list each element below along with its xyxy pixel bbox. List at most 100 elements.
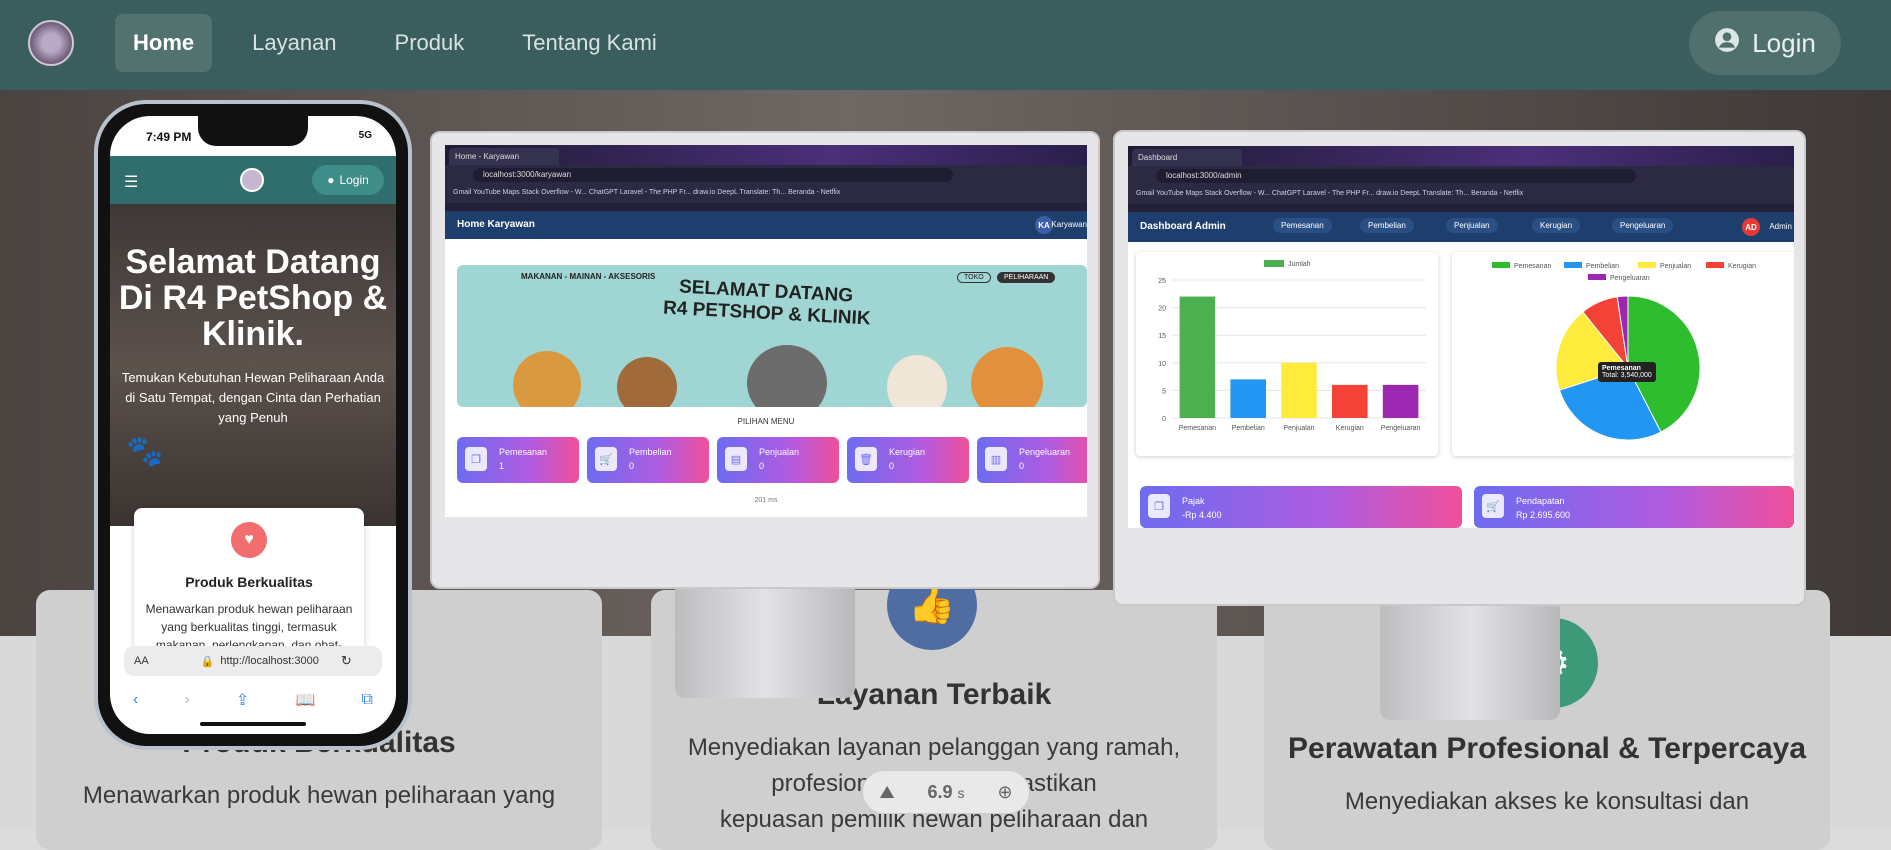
copy-icon: ❐ xyxy=(465,447,487,471)
monitor-stand xyxy=(1380,604,1560,720)
user-name: Karyawan xyxy=(1051,220,1087,229)
paw-icon: 🐾 xyxy=(126,435,164,468)
bar-chart: Jumlah 0 5 10 15 20 25 Pemesanan Pembelian Penjua… xyxy=(1158,260,1426,432)
card-label: Pembelian xyxy=(629,447,672,457)
logo[interactable] xyxy=(240,168,264,192)
phone-screen: 7:49 PM 5G ☰ ● Login Selamat Datang Di R4… xyxy=(110,116,396,734)
nav-produk[interactable]: Produk xyxy=(377,14,483,72)
phone-notch xyxy=(198,116,308,146)
render-timer-pill: ⛰ 6.9 s ⊕ xyxy=(862,770,1030,814)
browser-tab[interactable]: Dashboard xyxy=(1132,149,1242,166)
monitor-karyawan: Home - Karyawan localhost:3000/karyawan … xyxy=(430,131,1100,589)
nav-home[interactable]: Home xyxy=(115,14,213,72)
user-circle-icon xyxy=(1714,27,1740,60)
reload-icon[interactable]: ↻ xyxy=(341,653,352,669)
y-tick-label: 25 xyxy=(1158,278,1166,285)
login-button[interactable]: Login xyxy=(1689,11,1841,75)
pie-chart-card: Pemesanan Pembelian Penjualan Kerugian Penge… xyxy=(1452,252,1794,456)
address-bar[interactable]: localhost:3000/karyawan xyxy=(473,168,953,182)
url-text: http://localhost:3000 xyxy=(220,655,319,667)
menu-card-pemesanan[interactable]: ❐ Pemesanan 1 xyxy=(457,437,579,483)
bookmarks-icon[interactable]: 📖 xyxy=(295,690,315,710)
menu-card-pembelian[interactable]: 🛒 Pembelian 0 xyxy=(587,437,709,483)
card-value: 0 xyxy=(759,461,765,471)
admin-menu-penjualan[interactable]: Penjualan xyxy=(1446,218,1498,233)
copy-icon: ❐ xyxy=(1148,494,1170,518)
text-size-button[interactable]: AA xyxy=(134,655,149,667)
hamburger-menu-icon[interactable]: ☰ xyxy=(124,172,138,192)
toko-badge[interactable]: TOKO xyxy=(957,272,991,283)
nav-tentang-kami[interactable]: Tentang Kami xyxy=(504,14,675,72)
browser-tab[interactable]: Home - Karyawan xyxy=(449,148,559,165)
admin-menu-pemesanan[interactable]: Pemesanan xyxy=(1273,218,1332,233)
legend-swatch xyxy=(1706,262,1724,268)
status-time: 7:49 PM xyxy=(146,130,192,144)
tabs-icon[interactable]: ⧉ xyxy=(361,691,372,709)
avatar[interactable]: AD xyxy=(1742,218,1760,236)
feature-desc-layanan-1: Menyediakan layanan pelanggan yang ramah… xyxy=(687,734,1181,761)
address-bar[interactable]: localhost:3000/admin xyxy=(1156,169,1636,183)
legend-label: Jumlah xyxy=(1288,261,1311,268)
app-header: Home Karyawan KA Karyawan xyxy=(445,211,1087,239)
pendapatan-label: Pendapatan xyxy=(1516,496,1565,506)
phone-login-button[interactable]: ● Login xyxy=(312,165,384,195)
login-label: Login xyxy=(339,173,369,187)
share-icon[interactable]: ⇪ xyxy=(236,690,249,710)
mountain-icon: ⛰ xyxy=(879,781,895,802)
card-value: 0 xyxy=(1019,461,1025,471)
bar-chart-card: Jumlah 0 5 10 15 20 25 Pemesanan Pembelian Penjua… xyxy=(1136,252,1438,456)
x-tick-label: Penjualan xyxy=(1283,425,1314,432)
admin-menu-pengeluaran[interactable]: Pengeluaran xyxy=(1612,218,1674,233)
card-value: 0 xyxy=(889,461,895,471)
admin-menu-pembelian[interactable]: Pembelian xyxy=(1360,218,1414,233)
nav-layanan[interactable]: Layanan xyxy=(234,14,354,72)
phone-mockup: 7:49 PM 5G ☰ ● Login Selamat Datang Di R4… xyxy=(94,100,412,750)
y-tick-label: 20 xyxy=(1158,306,1166,313)
admin-menu-kerugian[interactable]: Kerugian xyxy=(1532,218,1581,233)
status-signal: 5G xyxy=(358,130,372,141)
target-icon[interactable]: ⊕ xyxy=(997,782,1012,803)
bar xyxy=(1281,362,1317,418)
card-label: Pengeluaran xyxy=(1019,447,1071,457)
x-tick-label: Pemesanan xyxy=(1179,425,1216,432)
trash-icon: 🗑 xyxy=(855,447,877,471)
forward-icon[interactable]: › xyxy=(184,691,189,709)
perf-footer: 201 ms xyxy=(754,497,778,504)
x-tick-label: Pengeluaran xyxy=(1381,425,1421,432)
avatar[interactable]: KA xyxy=(1035,216,1053,234)
menu-card-kerugian[interactable]: 🗑 Kerugian 0 xyxy=(847,437,969,483)
card-label: Pemesanan xyxy=(499,447,548,457)
receipt-icon: ▤ xyxy=(725,447,747,471)
user-name: Admin xyxy=(1769,222,1792,231)
menu-card-penjualan[interactable]: ▤ Penjualan 0 xyxy=(717,437,839,483)
legend-label: Penjualan xyxy=(1660,263,1691,270)
legend-label: Pemesanan xyxy=(1514,263,1551,270)
bar xyxy=(1179,296,1216,418)
logo[interactable] xyxy=(28,20,74,66)
hero-title: Selamat Datang Di R4 PetShop & Klinik. xyxy=(118,243,388,353)
bar xyxy=(1230,379,1266,418)
cart-icon: 🛒 xyxy=(1482,494,1504,518)
pie-tooltip: Pemesanan Total: 3,540,000 xyxy=(1598,362,1656,382)
back-icon[interactable]: ‹ xyxy=(133,691,138,709)
heart-icon: ♥ xyxy=(231,522,267,558)
login-label: Login xyxy=(1752,27,1816,58)
menu-card-pengeluaran[interactable]: ▥ Pengeluaran 0 xyxy=(977,437,1087,483)
welcome-banner: MAKANAN - MAINAN - AKSESORIS SELAMAT DAT… xyxy=(457,265,1087,407)
main-nav: Home Layanan Produk Tentang Kami xyxy=(115,14,689,72)
card-label: Kerugian xyxy=(889,447,926,457)
timer-unit: s xyxy=(957,784,965,801)
bookmarks-bar[interactable]: Gmail YouTube Maps Stack Overflow - W...… xyxy=(445,185,1087,203)
banner-tagline: MAKANAN - MAINAN - AKSESORIS xyxy=(521,272,656,281)
app-header: Dashboard Admin Pemesanan Pembelian Penj… xyxy=(1128,212,1794,242)
bar xyxy=(1332,384,1368,418)
peliharaan-badge[interactable]: PELIHARAAN xyxy=(997,272,1056,283)
card-label: Penjualan xyxy=(759,447,800,457)
card-title: Produk Berkualitas xyxy=(185,574,313,590)
safari-url-bar[interactable]: AA 🔒 http://localhost:3000 ↻ xyxy=(124,646,382,676)
screen-admin: Dashboard localhost:3000/admin Gmail You… xyxy=(1128,146,1794,528)
pendapatan-card[interactable]: 🛒 Pendapatan Rp 2.695.600 xyxy=(1474,486,1794,528)
document-icon: ▥ xyxy=(985,447,1007,471)
bookmarks-bar[interactable]: Gmail YouTube Maps Stack Overflow - W...… xyxy=(1128,186,1794,204)
pajak-card[interactable]: ❐ Pajak -Rp 4.400 xyxy=(1140,486,1462,528)
